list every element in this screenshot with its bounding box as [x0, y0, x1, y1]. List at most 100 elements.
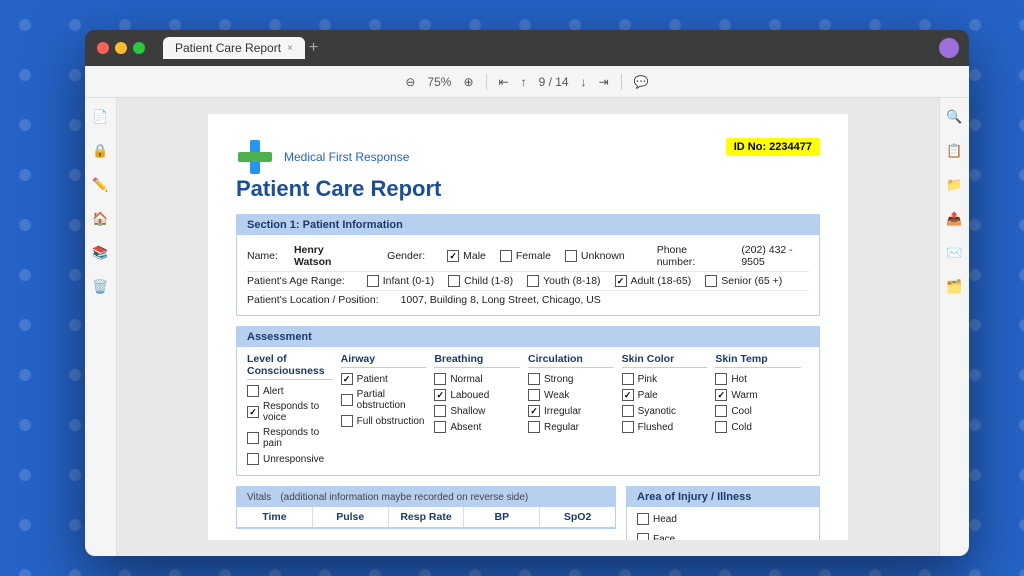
- assess-responds-pain: Responds to pain: [247, 427, 333, 449]
- unresponsive-checkbox[interactable]: [247, 453, 259, 465]
- vitals-table-header: Time Pulse Resp Rate BP SpO2: [237, 507, 615, 528]
- nav-last-icon[interactable]: ⇥: [599, 75, 609, 89]
- zoom-out-button[interactable]: ⊖: [405, 75, 415, 89]
- responds-pain-checkbox[interactable]: [247, 432, 259, 444]
- comment-icon[interactable]: 💬: [634, 75, 649, 89]
- pink-checkbox[interactable]: [622, 373, 634, 385]
- pale-label: Pale: [638, 390, 658, 401]
- flushed-checkbox[interactable]: [622, 421, 634, 433]
- toolbar-divider: [486, 74, 487, 90]
- age-senior-checkbox[interactable]: [705, 275, 717, 287]
- left-sidebar: 📄 🔒 ✏️ 🏠 📚 🗑️: [85, 98, 117, 556]
- sidebar-icon-edit[interactable]: ✏️: [90, 174, 112, 196]
- age-child-label: Child (1-8): [464, 275, 513, 287]
- cold-checkbox[interactable]: [715, 421, 727, 433]
- strong-checkbox[interactable]: [528, 373, 540, 385]
- sidebar-icon-bookmarks[interactable]: 📚: [90, 242, 112, 264]
- laboued-label: Laboued: [450, 390, 489, 401]
- vitals-header: Vitals (additional information maybe rec…: [237, 487, 615, 507]
- alert-label: Alert: [263, 386, 284, 397]
- sidebar-clipboard-icon[interactable]: 📋: [944, 140, 966, 162]
- syanotic-checkbox[interactable]: [622, 405, 634, 417]
- age-infant-checkbox[interactable]: [367, 275, 379, 287]
- age-checkboxes: Infant (0-1) Child (1-8) Youth (8-18): [367, 275, 782, 287]
- nav-first-icon[interactable]: ⇤: [499, 75, 509, 89]
- sidebar-icon-home[interactable]: 🏠: [90, 208, 112, 230]
- assess-normal: Normal: [434, 373, 520, 385]
- assess-flushed: Flushed: [622, 421, 708, 433]
- age-adult-label: Adult (18-65): [631, 275, 692, 287]
- phone-label: Phone number:: [657, 244, 720, 268]
- assess-partial-obs: Partial obstruction: [341, 389, 427, 411]
- tab-close-button[interactable]: ×: [287, 43, 293, 54]
- gender-female-checkbox[interactable]: [500, 250, 512, 262]
- pale-checkbox[interactable]: [622, 389, 634, 401]
- pdf-content: Medical First Response Patient Care Repo…: [117, 98, 939, 556]
- title-bar: Patient Care Report × +: [85, 30, 969, 66]
- irregular-checkbox[interactable]: [528, 405, 540, 417]
- gender-label: Gender:: [387, 250, 425, 262]
- sidebar-search-icon[interactable]: 🔍: [944, 106, 966, 128]
- partial-obs-checkbox[interactable]: [341, 394, 353, 406]
- vitals-col-time: Time: [237, 507, 313, 527]
- skin-temp-title: Skin Temp: [715, 353, 801, 368]
- laboued-checkbox[interactable]: [434, 389, 446, 401]
- sidebar-icon-trash[interactable]: 🗑️: [90, 276, 112, 298]
- full-obs-label: Full obstruction: [357, 416, 425, 427]
- age-range-row: Patient's Age Range: Infant (0-1) Child …: [247, 272, 809, 291]
- assess-unresponsive: Unresponsive: [247, 453, 333, 465]
- close-button[interactable]: [97, 42, 109, 54]
- id-badge: ID No: 2234477: [726, 138, 820, 156]
- age-child-checkbox[interactable]: [448, 275, 460, 287]
- cool-checkbox[interactable]: [715, 405, 727, 417]
- normal-checkbox[interactable]: [434, 373, 446, 385]
- fullscreen-button[interactable]: [133, 42, 145, 54]
- shallow-checkbox[interactable]: [434, 405, 446, 417]
- sidebar-folder-icon[interactable]: 📁: [944, 174, 966, 196]
- responds-voice-checkbox[interactable]: [247, 406, 259, 418]
- sidebar-upload-icon[interactable]: 📤: [944, 208, 966, 230]
- injury-header: Area of Injury / Illness: [627, 487, 819, 507]
- patient-label: Patient: [357, 374, 388, 385]
- gender-male-checkbox[interactable]: [447, 250, 459, 262]
- vitals-col-bp: BP: [464, 507, 540, 527]
- nav-next-icon[interactable]: ↓: [581, 75, 587, 89]
- alert-checkbox[interactable]: [247, 385, 259, 397]
- document-header: Medical First Response Patient Care Repo…: [236, 138, 820, 202]
- vitals-col-resp: Resp Rate: [389, 507, 465, 527]
- sidebar-archive-icon[interactable]: 🗂️: [944, 276, 966, 298]
- weak-checkbox[interactable]: [528, 389, 540, 401]
- warm-checkbox[interactable]: [715, 389, 727, 401]
- zoom-in-button[interactable]: ⊕: [463, 75, 473, 89]
- zoom-in-icon: ⊕: [463, 75, 473, 89]
- gender-unknown-checkbox[interactable]: [565, 250, 577, 262]
- full-obs-checkbox[interactable]: [341, 415, 353, 427]
- pink-label: Pink: [638, 374, 657, 385]
- head-checkbox[interactable]: [637, 513, 649, 525]
- hot-checkbox[interactable]: [715, 373, 727, 385]
- header-left: Medical First Response Patient Care Repo…: [236, 138, 441, 202]
- sidebar-icon-document[interactable]: 📄: [90, 106, 112, 128]
- browser-window: Patient Care Report × + ⊖ 75% ⊕ ⇤ ↑ 9 / …: [85, 30, 969, 556]
- cool-label: Cool: [731, 406, 752, 417]
- sidebar-mail-icon[interactable]: ✉️: [944, 242, 966, 264]
- minimize-button[interactable]: [115, 42, 127, 54]
- responds-pain-label: Responds to pain: [263, 427, 333, 449]
- absent-checkbox[interactable]: [434, 421, 446, 433]
- age-adult-checkbox[interactable]: [615, 275, 627, 287]
- vitals-note: (additional information maybe recorded o…: [280, 492, 528, 503]
- new-tab-button[interactable]: +: [309, 39, 318, 57]
- assess-cold: Cold: [715, 421, 801, 433]
- logo-area: Medical First Response: [236, 138, 441, 176]
- sidebar-icon-lock[interactable]: 🔒: [90, 140, 112, 162]
- nav-prev-icon[interactable]: ↑: [521, 75, 527, 89]
- face-checkbox[interactable]: [637, 533, 649, 540]
- patient-checkbox[interactable]: [341, 373, 353, 385]
- consciousness-title: Level of Consciousness: [247, 353, 333, 380]
- browser-tab[interactable]: Patient Care Report ×: [163, 37, 305, 59]
- section1-content: Name: Henry Watson Gender: Male: [237, 235, 819, 315]
- regular-checkbox[interactable]: [528, 421, 540, 433]
- assess-full-obs: Full obstruction: [341, 415, 427, 427]
- age-youth-checkbox[interactable]: [527, 275, 539, 287]
- zoom-level-display: 75%: [427, 75, 451, 89]
